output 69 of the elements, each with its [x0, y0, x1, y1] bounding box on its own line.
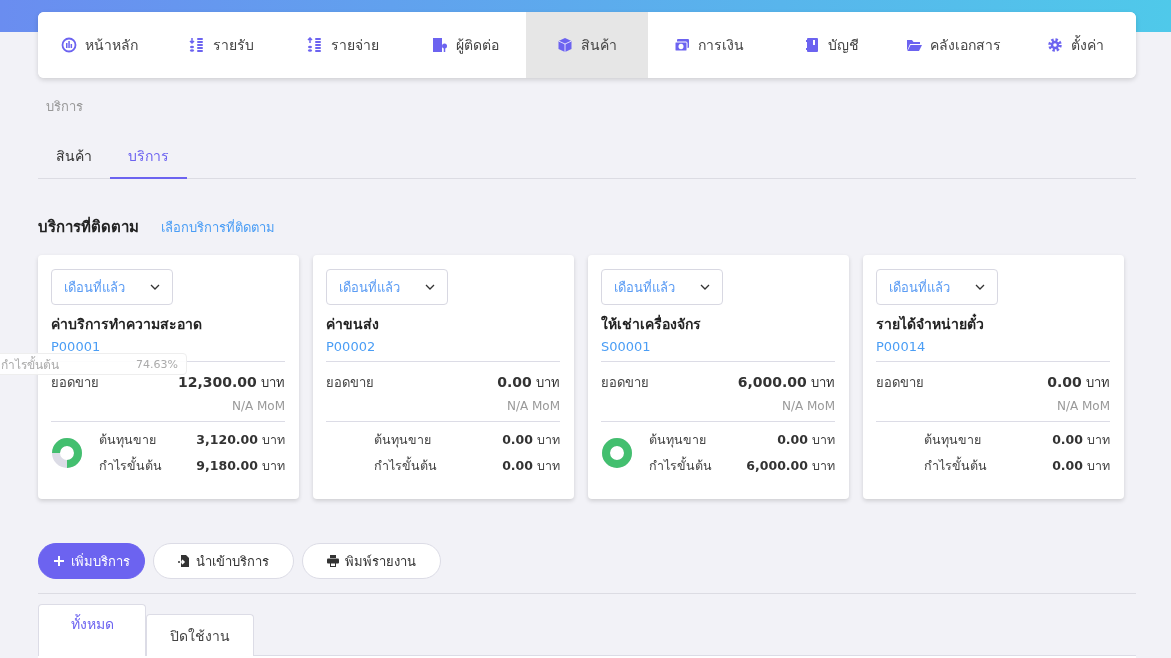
nav-tab[interactable]: รายรับ [160, 12, 282, 78]
mom-change: N/A MoM [505, 399, 560, 413]
banknote-icon [674, 37, 690, 53]
chart-icon [60, 37, 77, 53]
sales-amount: 0.00 บาท [497, 373, 560, 392]
building-icon [431, 37, 448, 53]
chevron-down-icon [425, 284, 435, 290]
box-icon [557, 37, 573, 53]
nav-tab[interactable]: บัญชี [770, 12, 892, 78]
tab[interactable]: ทั้งหมด [38, 604, 146, 656]
profit-amount: 6,000.00 บาท [746, 457, 835, 475]
profit-amount: 9,180.00 บาท [196, 457, 285, 475]
cost-label: ต้นทุนขาย [374, 431, 432, 450]
profit-label: กำไรขั้นต้น [99, 456, 162, 475]
chevron-down-icon [150, 284, 160, 290]
coin-stack-icon [307, 37, 323, 53]
nav-tab[interactable]: สินค้า [526, 12, 648, 78]
cost-amount: 3,120.00 บาท [196, 431, 285, 449]
mom-change: N/A MoM [1055, 399, 1110, 413]
tooltip-value: 74.63% [136, 357, 178, 371]
chevron-down-icon [700, 284, 710, 290]
sales-amount: 0.00 บาท [1047, 373, 1110, 392]
profit-label: กำไรขั้นต้น [374, 456, 437, 475]
sales-label: ยอดขาย [876, 374, 924, 392]
donut-chart [601, 437, 633, 469]
service-name: ค่าบริการทำความสะอาด [51, 315, 203, 334]
nav-tab[interactable]: คลังเอกสาร [892, 12, 1014, 78]
cost-label: ต้นทุนขาย [99, 431, 157, 450]
profit-amount: 0.00 บาท [502, 457, 560, 475]
folder-icon [905, 37, 922, 53]
cost-amount: 0.00 บาท [1052, 431, 1110, 449]
nav-tab[interactable]: หน้าหลัก [38, 12, 160, 78]
profit-label: กำไรขั้นต้น [649, 456, 712, 475]
printer-icon [327, 555, 339, 567]
print-button[interactable]: พิมพ์รายงาน [302, 543, 441, 579]
nav-tab[interactable]: รายจ่าย [282, 12, 404, 78]
service-name: ให้เช่าเครื่องจักร [601, 313, 702, 334]
plus-icon [53, 555, 65, 567]
chevron-down-icon [975, 284, 985, 290]
service-name: รายได้จำหน่ายตั๋ว [876, 313, 1110, 335]
tab[interactable]: ปิดใช้งาน [146, 614, 254, 656]
add-button[interactable]: เพิ่มบริการ [38, 543, 145, 579]
import-button[interactable]: นำเข้าบริการ [153, 543, 294, 579]
tab[interactable]: บริการ [110, 137, 187, 179]
cost-label: ต้นทุนขาย [924, 431, 982, 450]
file-import-icon [178, 555, 190, 567]
nav-tab[interactable]: ผู้ติดต่อ [404, 12, 526, 78]
settings-icon [1046, 37, 1063, 53]
coin-stack-icon [188, 37, 205, 53]
book-icon [803, 37, 820, 53]
mom-change: N/A MoM [780, 399, 835, 413]
sales-amount: 12,300.00 บาท [178, 373, 285, 392]
profit-label: กำไรขั้นต้น [924, 456, 987, 475]
nav-tab[interactable]: การเงิน [648, 12, 770, 78]
sales-label: ยอดขาย [51, 374, 99, 392]
donut-chart [51, 437, 83, 469]
tooltip-label: กำไรขั้นต้น [1, 355, 59, 374]
mom-change: N/A MoM [230, 399, 285, 413]
sales-label: ยอดขาย [326, 374, 374, 392]
service-name: ค่าขนส่ง [326, 315, 380, 334]
cost-label: ต้นทุนขาย [649, 431, 707, 450]
sales-label: ยอดขาย [601, 374, 649, 392]
cost-amount: 0.00 บาท [502, 431, 560, 449]
tab[interactable]: สินค้า [38, 137, 110, 179]
section-title: บริการที่ติดตาม [38, 215, 139, 238]
profit-amount: 0.00 บาท [1052, 457, 1110, 475]
nav-tab[interactable]: ตั้งค่า [1014, 12, 1136, 78]
cost-amount: 0.00 บาท [776, 431, 835, 449]
sales-amount: 6,000.00 บาท [737, 373, 835, 392]
